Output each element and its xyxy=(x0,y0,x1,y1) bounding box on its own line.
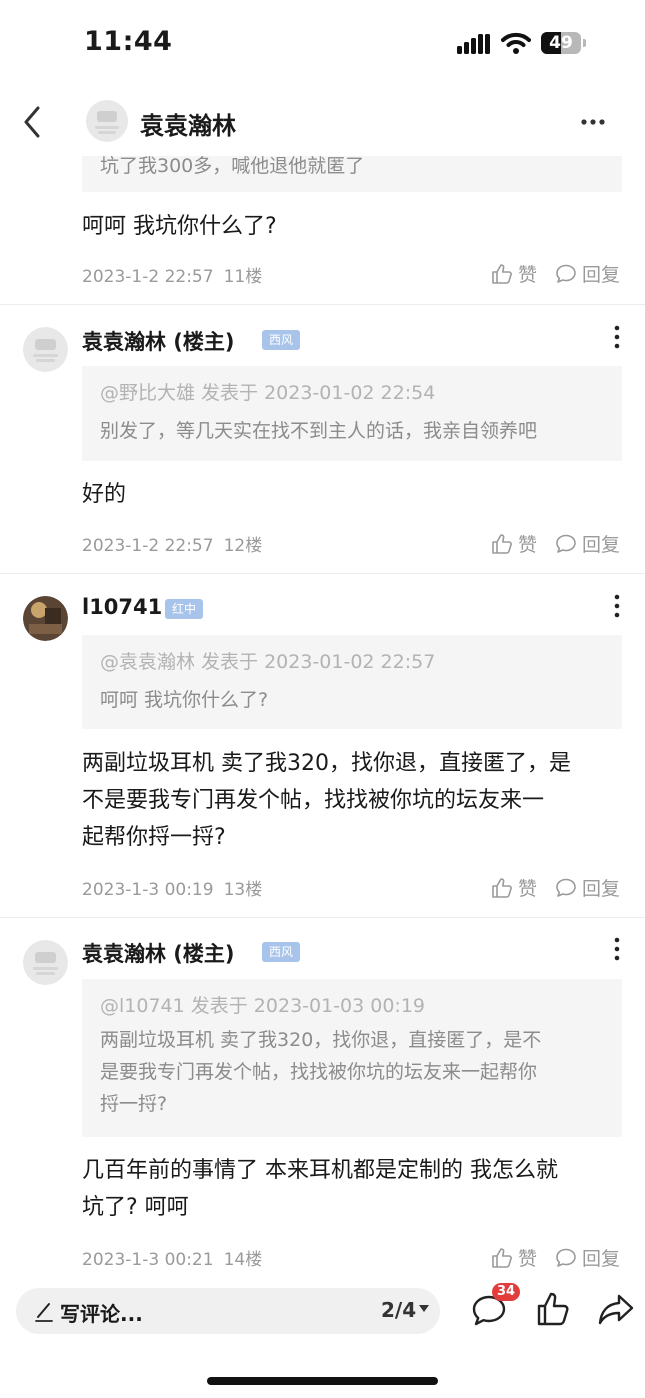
post-content: 两副垃圾耳机 卖了我320，找你退，直接匿了，是 不是要我专门再发个帖，找找被你… xyxy=(82,745,626,856)
divider xyxy=(0,917,645,918)
thumbs-up-icon xyxy=(492,877,512,898)
post-content: 几百年前的事情了 本来耳机都是定制的 我怎么就 坑了? 呵呵 xyxy=(82,1152,626,1226)
username[interactable]: 袁袁瀚林 (楼主) xyxy=(82,326,235,356)
post-floor: 11楼 xyxy=(223,267,263,287)
thumbs-up-icon[interactable] xyxy=(536,1291,570,1327)
reply-button[interactable]: 回复 xyxy=(554,874,620,901)
quote-box: @l10741 发表于 2023-01-03 00:19 两副垃圾耳机 卖了我3… xyxy=(82,979,622,1137)
reply-button[interactable]: 回复 xyxy=(554,260,620,287)
comment-count-badge: 34 xyxy=(492,1283,520,1301)
like-button[interactable]: 赞 xyxy=(490,874,537,901)
back-chevron-icon[interactable] xyxy=(18,104,48,140)
user-badge: 西风 xyxy=(262,330,301,350)
more-options-icon[interactable] xyxy=(578,110,608,134)
post-content: 好的 xyxy=(82,482,127,507)
post-content: 呵呵 我坑你什么了? xyxy=(82,214,277,239)
battery-percent: 49 xyxy=(549,33,573,53)
post-content-line: 几百年前的事情了 本来耳机都是定制的 我怎么就 xyxy=(82,1158,558,1183)
username[interactable]: 袁袁瀚林 (楼主) xyxy=(82,938,235,968)
reply-label: 回复 xyxy=(582,878,621,900)
quote-box: @野比大雄 发表于 2023-01-02 22:54 别发了，等几天实在找不到主… xyxy=(82,366,622,461)
quote-line: 两副垃圾耳机 卖了我320，找你退，直接匿了，是不 xyxy=(100,1029,542,1051)
status-time: 11:44 xyxy=(84,26,173,57)
username[interactable]: l10741 xyxy=(82,595,162,619)
post-meta: 2023-1-3 00:19 13楼 xyxy=(82,875,262,900)
post-meta: 2023-1-3 00:21 14楼 xyxy=(82,1245,262,1270)
quote-box: @袁袁瀚林 发表于 2023-01-02 22:57 呵呵 我坑你什么了? xyxy=(82,635,622,729)
post-more-icon[interactable] xyxy=(612,593,622,619)
user-avatar[interactable] xyxy=(23,327,68,372)
like-button[interactable]: 赞 xyxy=(490,260,537,287)
quote-line: 捋一捋? xyxy=(100,1093,168,1115)
comment-bubble-icon xyxy=(556,264,576,283)
reply-label: 回复 xyxy=(582,534,621,556)
user-avatar[interactable] xyxy=(23,940,68,985)
cellular-signal-icon xyxy=(457,34,490,54)
post-content-line: 两副垃圾耳机 卖了我320，找你退，直接匿了，是 xyxy=(82,751,571,776)
reply-button[interactable]: 回复 xyxy=(554,1244,620,1271)
thumbs-up-icon xyxy=(492,263,512,284)
post-meta: 2023-1-2 22:57 12楼 xyxy=(82,531,262,556)
post-floor: 14楼 xyxy=(223,1250,263,1270)
reply-button[interactable]: 回复 xyxy=(554,530,620,557)
nav-title: 袁袁瀚林 xyxy=(140,112,236,140)
user-avatar[interactable] xyxy=(23,596,68,641)
like-button[interactable]: 赞 xyxy=(490,530,537,557)
thumbs-up-icon xyxy=(492,1247,512,1268)
quote-meta: @l10741 发表于 2023-01-03 00:19 xyxy=(100,995,426,1017)
post-floor: 13楼 xyxy=(223,880,263,900)
post-more-icon[interactable] xyxy=(612,936,622,962)
quote-box: 坑了我300多，喊他退他就匿了 xyxy=(82,156,622,192)
post-more-icon[interactable] xyxy=(612,324,622,350)
divider xyxy=(0,304,645,305)
comment-bubble-icon xyxy=(556,1248,576,1267)
home-indicator[interactable] xyxy=(207,1377,438,1385)
wifi-icon xyxy=(501,32,531,54)
quote-meta: @袁袁瀚林 发表于 2023-01-02 22:57 xyxy=(100,651,436,673)
like-label: 赞 xyxy=(518,1248,538,1270)
reply-label: 回复 xyxy=(582,264,621,286)
post-date: 2023-1-2 22:57 xyxy=(82,267,214,287)
comment-bubble-icon xyxy=(556,878,576,897)
author-avatar[interactable] xyxy=(86,100,128,142)
quote-text: 别发了，等几天实在找不到主人的话，我亲自领养吧 xyxy=(100,420,538,442)
like-label: 赞 xyxy=(518,264,538,286)
share-arrow-icon[interactable] xyxy=(597,1292,635,1326)
quote-line: 是要我专门再发个帖，找找被你坑的坛友来一起帮你 xyxy=(100,1061,538,1083)
quote-text: 呵呵 我坑你什么了? xyxy=(100,689,269,711)
quote-text: 坑了我300多，喊他退他就匿了 xyxy=(100,155,365,177)
post-floor: 12楼 xyxy=(223,536,263,556)
quote-text: 两副垃圾耳机 卖了我320，找你退，直接匿了，是不 是要我专门再发个帖，找找被你… xyxy=(100,1024,604,1120)
thumbs-up-icon xyxy=(492,533,512,554)
page-selector[interactable]: 2/4 xyxy=(381,1298,416,1322)
caret-down-icon[interactable] xyxy=(419,1305,429,1313)
comment-bubble-icon xyxy=(556,534,576,553)
post-content-line: 坑了? 呵呵 xyxy=(82,1195,189,1220)
like-button[interactable]: 赞 xyxy=(490,1244,537,1271)
post-content-line: 起帮你捋一捋? xyxy=(82,825,226,850)
battery-indicator: 49 xyxy=(541,32,587,54)
user-badge: 西风 xyxy=(262,942,301,962)
reply-label: 回复 xyxy=(582,1248,621,1270)
post-date: 2023-1-2 22:57 xyxy=(82,536,214,556)
like-label: 赞 xyxy=(518,534,538,556)
pen-icon xyxy=(35,1303,53,1322)
post-meta: 2023-1-2 22:57 11楼 xyxy=(82,262,262,287)
divider xyxy=(0,573,645,574)
post-date: 2023-1-3 00:19 xyxy=(82,880,214,900)
user-badge: 红中 xyxy=(165,599,204,619)
post-date: 2023-1-3 00:21 xyxy=(82,1250,214,1270)
like-label: 赞 xyxy=(518,878,538,900)
write-comment-placeholder[interactable]: 写评论... xyxy=(60,1298,143,1327)
quote-meta: @野比大雄 发表于 2023-01-02 22:54 xyxy=(100,382,436,404)
post-content-line: 不是要我专门再发个帖，找找被你坑的坛友来一 xyxy=(82,788,545,813)
